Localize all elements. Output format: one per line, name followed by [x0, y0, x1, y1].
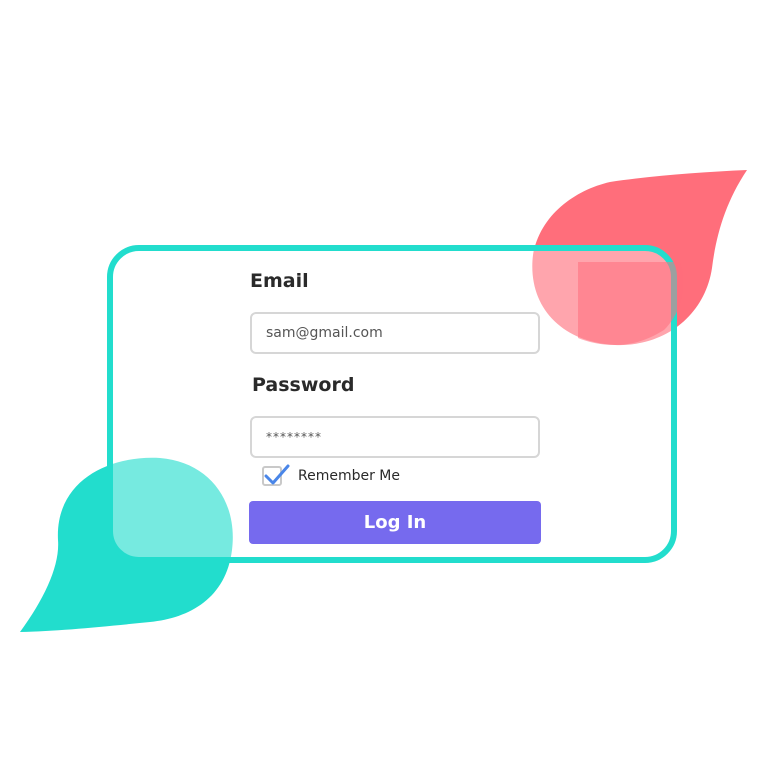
remember-me-row[interactable]: Remember Me	[262, 463, 400, 489]
login-illustration: Email Password Remember Me Log In	[0, 0, 768, 768]
password-field-box	[250, 416, 540, 458]
login-button[interactable]: Log In	[249, 501, 541, 544]
remember-me-checkbox[interactable]	[262, 464, 290, 486]
email-input[interactable]	[252, 314, 538, 352]
password-label: Password	[252, 374, 355, 396]
email-field-box	[250, 312, 540, 354]
password-input[interactable]	[252, 418, 538, 456]
remember-me-label: Remember Me	[298, 468, 400, 484]
checkmark-icon	[264, 464, 290, 485]
email-label: Email	[250, 270, 309, 292]
